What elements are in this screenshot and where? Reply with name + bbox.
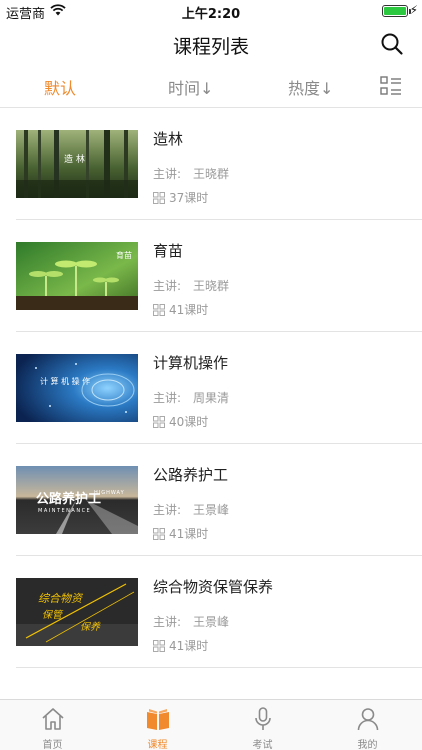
tab-label: 考试 <box>252 740 273 750</box>
course-lecturer: 主讲: 王晓群 <box>153 277 229 294</box>
lecturer-name: 王晓群 <box>193 167 230 181</box>
course-hours: 41课时 <box>153 637 208 654</box>
course-lecturer: 主讲: 周果清 <box>153 389 229 406</box>
page-title: 课程列表 <box>172 36 249 58</box>
filter-bar: 默认 时间↓ 热度↓ <box>0 64 422 108</box>
grid-icon <box>153 639 165 652</box>
course-item[interactable]: 造 林 造林 主讲: 王晓群 37课时 <box>0 108 422 220</box>
thumbnail-caption-2: 保管 <box>42 609 64 621</box>
tab-home[interactable]: 首页 <box>0 700 105 750</box>
tab-bar: 首页 课程 考试 我的 <box>0 699 422 750</box>
course-thumbnail[interactable]: 造 林 <box>16 130 138 198</box>
hours-value: 41课时 <box>169 303 209 317</box>
course-title: 造林 <box>153 130 184 148</box>
filter-default[interactable]: 默认 <box>44 75 76 99</box>
lecturer-label: 主讲: <box>153 279 182 293</box>
charging-icon: ⚡ <box>409 3 418 17</box>
grid-icon <box>153 527 165 540</box>
course-item[interactable]: 计 算 机 操 作 计算机操作 主讲: 周果清 40课时 <box>0 332 422 444</box>
lecturer-name: 王景峰 <box>193 615 230 629</box>
filter-time[interactable]: 时间↓ <box>168 75 213 99</box>
hours-value: 40课时 <box>169 415 209 429</box>
course-hours: 37课时 <box>153 189 208 206</box>
thumbnail-caption: 育苗 <box>116 250 132 260</box>
clock: 上午2:20 <box>181 7 241 22</box>
tab-exam[interactable]: 考试 <box>210 700 315 750</box>
lecturer-name: 周果清 <box>193 391 230 405</box>
search-icon[interactable] <box>380 32 404 56</box>
course-thumbnail[interactable]: 计 算 机 操 作 <box>16 354 138 422</box>
tab-label: 我的 <box>357 740 378 750</box>
thumbnail-caption: 计 算 机 操 作 <box>40 376 90 386</box>
course-lecturer: 主讲: 王景峰 <box>153 613 229 630</box>
course-thumbnail[interactable]: 育苗 <box>16 242 138 310</box>
course-list: 造 林 造林 主讲: 王晓群 37课时 育苗 育苗 主讲: 王晓群 41课时 计… <box>0 108 422 668</box>
tab-courses[interactable]: 课程 <box>105 700 210 750</box>
thumbnail-caption-en: MAINTENANCE <box>38 508 91 514</box>
lecturer-label: 主讲: <box>153 167 182 181</box>
tab-label: 首页 <box>42 740 63 750</box>
filter-popularity[interactable]: 热度↓ <box>288 75 333 99</box>
course-title: 公路养护工 <box>153 466 229 484</box>
thumbnail-caption: 公路养护工 <box>36 491 101 507</box>
user-icon <box>357 708 379 731</box>
tab-label: 课程 <box>147 740 168 750</box>
course-item[interactable]: 综合物资 保管 保养 综合物资保管保养 主讲: 王景峰 41课时 <box>0 556 422 668</box>
course-item[interactable]: HIGHWAY 公路养护工 MAINTENANCE 公路养护工 主讲: 王景峰 4… <box>0 444 422 556</box>
tab-profile[interactable]: 我的 <box>315 700 420 750</box>
battery-icon <box>382 5 411 17</box>
hours-value: 41课时 <box>169 639 209 653</box>
grid-icon <box>153 415 165 428</box>
thumbnail-caption: 造 林 <box>64 153 85 165</box>
grid-icon <box>153 191 165 204</box>
course-title: 育苗 <box>153 242 184 260</box>
course-hours: 41课时 <box>153 301 208 318</box>
course-title: 计算机操作 <box>153 354 229 372</box>
microphone-icon <box>255 707 271 730</box>
course-thumbnail[interactable]: 综合物资 保管 保养 <box>16 578 138 646</box>
course-item[interactable]: 育苗 育苗 主讲: 王晓群 41课时 <box>0 220 422 332</box>
status-bar: 运营商 上午2:20 ⚡ <box>0 0 422 22</box>
list-view-icon[interactable] <box>380 76 402 96</box>
thumbnail-caption: 综合物资 <box>38 592 84 605</box>
lecturer-name: 王景峰 <box>193 503 230 517</box>
course-lecturer: 主讲: 王晓群 <box>153 165 229 182</box>
hours-value: 41课时 <box>169 527 209 541</box>
course-thumbnail[interactable]: HIGHWAY 公路养护工 MAINTENANCE <box>16 466 138 534</box>
book-icon <box>147 709 169 730</box>
lecturer-label: 主讲: <box>153 615 182 629</box>
lecturer-label: 主讲: <box>153 503 182 517</box>
course-lecturer: 主讲: 王景峰 <box>153 501 229 518</box>
home-icon <box>42 708 64 730</box>
thumbnail-caption-3: 保养 <box>80 621 101 633</box>
course-hours: 41课时 <box>153 525 208 542</box>
lecturer-label: 主讲: <box>153 391 182 405</box>
course-hours: 40课时 <box>153 413 208 430</box>
lecturer-name: 王晓群 <box>193 279 230 293</box>
navigation-bar: 课程列表 <box>0 22 422 64</box>
hours-value: 37课时 <box>169 191 209 205</box>
grid-icon <box>153 303 165 316</box>
course-title: 综合物资保管保养 <box>153 578 274 596</box>
